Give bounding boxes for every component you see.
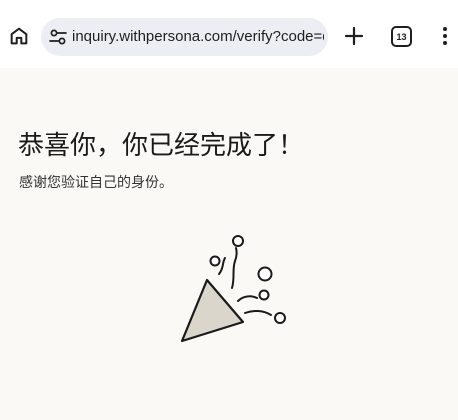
- tab-switcher-button[interactable]: 13: [391, 26, 412, 47]
- page-subtitle: 感谢您验证自己的身份。: [19, 175, 173, 191]
- tab-count: 13: [396, 31, 407, 42]
- party-popper-icon: [180, 235, 286, 343]
- plus-icon: [344, 26, 364, 46]
- address-bar[interactable]: inquiry.withpersona.com/verify?code=qW: [41, 18, 328, 56]
- browser-toolbar: inquiry.withpersona.com/verify?code=qW 1…: [0, 0, 458, 68]
- menu-dot: [443, 41, 447, 45]
- menu-dot: [443, 27, 447, 31]
- home-icon: [10, 27, 28, 45]
- page-title: 恭喜你，你已经完成了！: [18, 131, 305, 161]
- tune-icon[interactable]: [49, 28, 67, 46]
- menu-dot: [443, 34, 447, 38]
- page-content: 恭喜你，你已经完成了！ 感谢您验证自己的身份。: [0, 68, 458, 420]
- new-tab-button[interactable]: [343, 25, 365, 47]
- url-text[interactable]: inquiry.withpersona.com/verify?code=qW: [72, 27, 324, 47]
- more-vert-icon[interactable]: [437, 25, 453, 47]
- home-button[interactable]: [6, 22, 32, 50]
